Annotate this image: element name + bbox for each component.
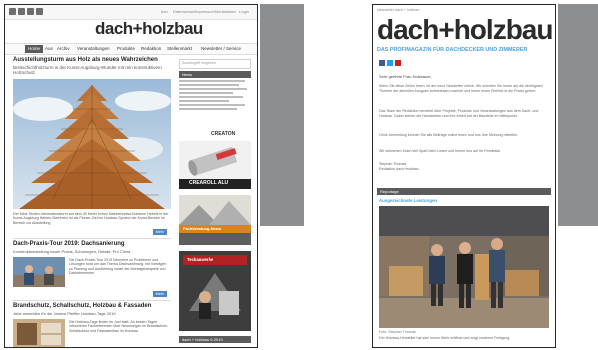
gray-block-decorative xyxy=(558,4,598,226)
nav-aus[interactable]: Aus xyxy=(45,46,53,51)
search-placeholder: Suchbegriff eingeben xyxy=(182,61,216,65)
intro-paragraph-3: Ohne Anmeldung können Sie alle Beiträge … xyxy=(379,133,519,137)
ad-creaton-logo[interactable]: CREATON xyxy=(211,131,235,137)
nav-archive[interactable]: Archiv xyxy=(57,46,70,51)
divider xyxy=(13,238,171,239)
article2-teaser: Konstruktionsteilung sowie Praxis, Schul… xyxy=(13,249,131,254)
signature-role: Redaktion dach+holzbau xyxy=(379,167,419,171)
article2-body: Die Dach-Praxis-Tour 2019 informiert zu … xyxy=(69,258,167,276)
youtube-icon[interactable] xyxy=(395,60,401,66)
nav-events[interactable]: Veranstaltungen xyxy=(77,46,110,51)
site-logo[interactable]: dach+holzbau xyxy=(95,19,203,39)
article1-more-button[interactable]: Mehr xyxy=(153,229,167,235)
article1-teaser: Breitschichtholzturm in der Kunst-Augsbu… xyxy=(13,65,162,75)
greeting: Sehr geehrte Frau Holzbauer, xyxy=(379,74,432,79)
article3-body: Die Holzbau-Tage finden im Juni statt. A… xyxy=(69,320,169,333)
newsletter-logo[interactable]: dach+holzbau xyxy=(377,14,553,46)
nav-home[interactable]: Home xyxy=(25,45,44,53)
intro-paragraph-2: Das Team der Redaktion berichtet über Pr… xyxy=(379,109,539,118)
article2-image[interactable] xyxy=(13,257,65,287)
ad-tecbauwerke-banner[interactable]: Tecbauwerke xyxy=(179,251,251,331)
gray-block-decorative xyxy=(260,4,304,226)
top-link-info[interactable]: Info xyxy=(161,9,168,14)
top-bar: Info Datenschutz Impressum Mediadaten Lo… xyxy=(5,5,257,20)
intro-paragraph-4: Wir wünschen Ihnen viel Spaß beim Lesen … xyxy=(379,149,502,153)
youtube-icon[interactable] xyxy=(27,8,34,15)
signature-name: Stephan Thomas xyxy=(379,162,407,166)
facebook-icon[interactable] xyxy=(9,8,16,15)
nav-newsletter[interactable]: Newsletter / Service xyxy=(201,46,241,51)
search-input[interactable]: Suchbegriff eingeben xyxy=(179,59,251,69)
ad-crearoll-banner[interactable]: CREAROLL ALU xyxy=(179,141,251,189)
article-photo-group[interactable] xyxy=(379,206,549,328)
article3-teaser: Jetzt anmelden für die Jamesi Pfeiffer H… xyxy=(13,311,116,316)
newsletter-topline[interactable]: Newsletter dach + holzbau xyxy=(377,8,419,12)
sidebar-news-list xyxy=(179,80,251,120)
twitter-icon[interactable] xyxy=(387,60,393,66)
sidebar-issue-head: dach + holzbau 6.2019 xyxy=(179,336,251,343)
article1-title[interactable]: Ausstellungsturm aus Holz als neues Wahr… xyxy=(13,57,158,63)
top-link-login[interactable]: Login xyxy=(239,9,249,14)
article1-caption: Der Mine Stollen-Informationsturm auf de… xyxy=(13,212,169,225)
ad-tecbauwerke-head: Tecbauwerke xyxy=(187,257,214,262)
article1-image-tower[interactable] xyxy=(13,79,171,209)
main-nav: Home Aus Archiv Veranstaltungen Produkte… xyxy=(5,43,257,55)
photo-caption: Foto: Stephan Thomas xyxy=(379,330,416,334)
section-header: Reportage xyxy=(377,188,551,195)
article2-more-button[interactable]: Mehr xyxy=(153,291,167,297)
article-title[interactable]: Ausgezeichnete Leistungen xyxy=(379,198,437,203)
newsletter-tagline: DAS PROFIMAGAZIN FÜR DACHDECKER UND ZIMM… xyxy=(377,47,528,53)
article2-title[interactable]: Dach-Praxis-Tour 2019: Dachsanierung xyxy=(13,241,125,247)
ad-crearoll-label: CREAROLL ALU xyxy=(189,180,229,186)
nav-jobs[interactable]: Stellenmarkt xyxy=(167,46,192,51)
facebook-icon[interactable] xyxy=(379,60,385,66)
website-screenshot: Info Datenschutz Impressum Mediadaten Lo… xyxy=(4,4,258,348)
top-link-imprint[interactable]: Impressum xyxy=(195,9,215,14)
article3-title[interactable]: Brandschutz, Schallschutz, Holzbau & Fas… xyxy=(13,303,151,309)
intro-paragraph-1: Wenn Sie diese Zeilen lesen, ist der neu… xyxy=(379,84,543,93)
top-link-privacy[interactable]: Datenschutz xyxy=(173,9,195,14)
top-link-mediadata[interactable]: Mediadaten xyxy=(215,9,236,14)
newsletter-screenshot: Newsletter dach + holzbau dach+holzbau D… xyxy=(372,4,556,348)
nav-editorial[interactable]: Redaktion xyxy=(141,46,161,51)
divider xyxy=(13,300,171,301)
nav-products[interactable]: Produkte xyxy=(117,46,135,51)
twitter-icon[interactable] xyxy=(18,8,25,15)
article3-image[interactable] xyxy=(13,319,65,347)
article-body: Der Holzbau-Hersteller hat sein neues We… xyxy=(379,336,511,340)
ad-fachberatung-banner[interactable]: Fachberatung-News xyxy=(179,195,251,245)
xing-icon[interactable] xyxy=(36,8,43,15)
ad-fachberatung-title: Fachberatung-News xyxy=(183,226,222,231)
sidebar-news-head: News xyxy=(179,71,251,78)
